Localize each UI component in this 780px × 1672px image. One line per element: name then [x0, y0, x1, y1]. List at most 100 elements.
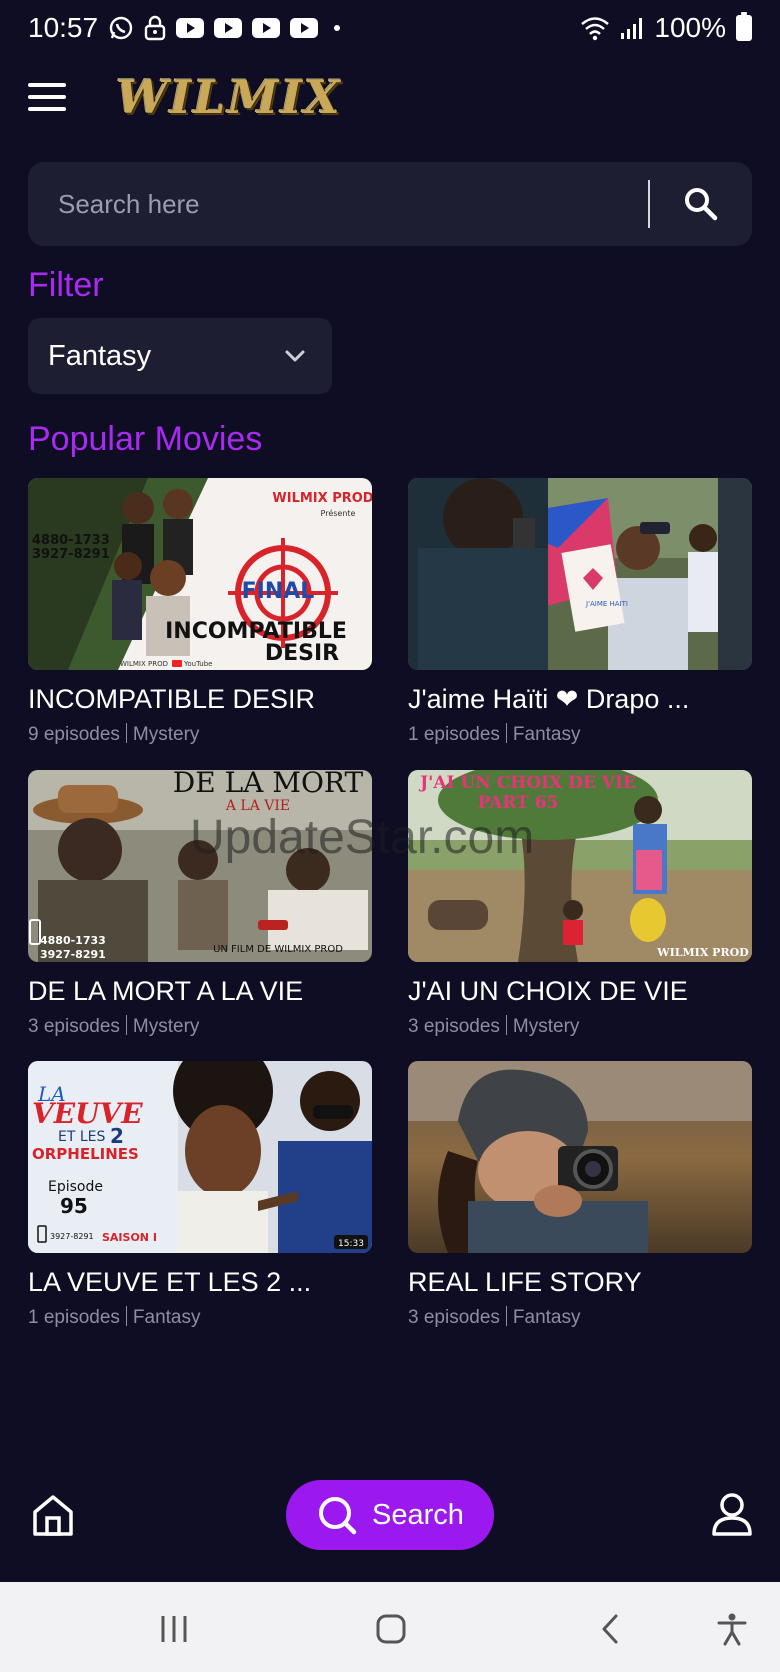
app-header: WILMIX — [28, 62, 752, 132]
movie-genre: Fantasy — [512, 724, 581, 745]
thumb-text: DE LA MORT — [173, 770, 364, 799]
search-icon — [319, 1497, 357, 1535]
thumb-text: WILMIX PROD — [120, 660, 168, 668]
movie-episodes: 1 episodes — [408, 724, 500, 745]
thumb-text: UN FILM DE WILMIX PROD — [213, 944, 343, 955]
search-input[interactable] — [28, 162, 648, 246]
thumb-text: DESIR — [265, 641, 339, 666]
system-navigation-bar — [0, 1582, 780, 1672]
youtube-icon — [176, 18, 205, 38]
movie-card[interactable]: J'AIME HAITI J'aime Haïti ❤ Drapo ... 1 … — [408, 478, 752, 746]
status-bar: 10:57 100% — [0, 0, 780, 56]
meta-separator — [125, 1306, 127, 1326]
thumb-text: J'AI UN CHOIX DE VIE — [418, 773, 636, 793]
youtube-icon — [252, 18, 281, 38]
thumb-text: 3927-8291 — [50, 1232, 94, 1241]
thumb-text: 3927-8291 — [40, 948, 106, 961]
search-button[interactable] — [650, 162, 752, 246]
thumb-text: ORPHELINES — [32, 1145, 139, 1163]
user-icon[interactable] — [710, 1492, 754, 1538]
back-icon[interactable] — [590, 1609, 630, 1649]
accessibility-icon[interactable] — [712, 1609, 752, 1649]
movie-meta: 3 episodes Fantasy — [408, 1306, 752, 1329]
movie-title[interactable]: REAL LIFE STORY — [408, 1267, 752, 1298]
movie-title[interactable]: J'AI UN CHOIX DE VIE — [408, 976, 752, 1007]
thumb-text: FINAL — [242, 579, 315, 604]
thumb-text: WILMIX PROD — [656, 946, 749, 959]
battery-icon — [736, 12, 752, 41]
movie-card[interactable]: LA VEUVE ET LES 2 ORPHELINES Episode 95 … — [28, 1061, 372, 1329]
search-nav-label: Search — [372, 1498, 464, 1531]
movie-genre: Fantasy — [132, 1307, 201, 1328]
movie-genre: Fantasy — [512, 1307, 581, 1328]
thumb-text: ET LES — [58, 1129, 105, 1145]
movie-meta: 9 episodes Mystery — [28, 723, 372, 746]
thumb-text: 3927-8291 — [32, 547, 110, 562]
meta-separator — [505, 723, 507, 743]
video-duration: 15:33 — [338, 1239, 364, 1249]
filter-selected-value: Fantasy — [48, 339, 152, 372]
meta-separator — [505, 1015, 507, 1035]
battery-percent: 100% — [654, 12, 726, 43]
meta-separator — [125, 723, 127, 743]
movie-meta: 3 episodes Mystery — [28, 1015, 372, 1038]
movie-thumbnail[interactable]: LA VEUVE ET LES 2 ORPHELINES Episode 95 … — [28, 1061, 372, 1253]
thumb-text: 4880-1733 — [40, 934, 106, 947]
status-right: 100% — [580, 12, 752, 44]
signal-icon — [620, 16, 644, 40]
home-button-icon[interactable] — [371, 1609, 411, 1649]
movie-card[interactable]: WILMIX PROD Présente 4880-1733 3927-8291… — [28, 478, 372, 746]
thumb-text: 95 — [60, 1194, 88, 1218]
youtube-icon — [290, 18, 319, 38]
movie-card[interactable]: REAL LIFE STORY 3 episodes Fantasy — [408, 1061, 752, 1329]
dot-icon — [334, 25, 341, 31]
genre-filter-dropdown[interactable]: Fantasy — [28, 318, 332, 394]
movie-episodes: 1 episodes — [28, 1307, 120, 1328]
thumb-text: VEUVE — [32, 1097, 143, 1130]
movie-meta: 1 episodes Fantasy — [408, 723, 752, 746]
movie-episodes: 3 episodes — [408, 1016, 500, 1037]
hamburger-menu-icon[interactable] — [28, 83, 66, 111]
movie-thumbnail[interactable] — [408, 1061, 752, 1253]
movie-episodes: 9 episodes — [28, 724, 120, 745]
movie-genre: Mystery — [512, 1016, 580, 1037]
chevron-down-icon — [285, 350, 305, 362]
watermark: UpdateStar.com — [190, 811, 535, 864]
wifi-icon — [580, 15, 610, 41]
movie-title[interactable]: DE LA MORT A LA VIE — [28, 976, 372, 1007]
meta-separator — [125, 1015, 127, 1035]
app-logo: WILMIX — [116, 70, 342, 124]
movie-thumbnail[interactable]: J'AIME HAITI — [408, 478, 752, 670]
search-icon — [685, 188, 718, 221]
thumb-text: WILMIX PROD — [272, 491, 372, 506]
whatsapp-icon — [108, 15, 134, 41]
recent-apps-icon[interactable] — [154, 1609, 194, 1649]
search-bar — [28, 162, 752, 246]
lock-icon — [144, 15, 166, 41]
movie-meta: 1 episodes Fantasy — [28, 1306, 372, 1329]
thumb-text: YouTube — [183, 660, 212, 668]
movie-genre: Mystery — [132, 724, 200, 745]
meta-separator — [505, 1306, 507, 1326]
movie-meta: 3 episodes Mystery — [408, 1015, 752, 1038]
search-nav-button[interactable]: Search — [286, 1480, 494, 1550]
thumb-text: 4880-1733 — [32, 533, 110, 548]
movie-title[interactable]: LA VEUVE ET LES 2 ... — [28, 1267, 372, 1298]
logo-text: WILMIX — [116, 70, 342, 124]
movie-thumbnail[interactable]: J'AI UN CHOIX DE VIE PART 65 WILMIX PROD — [408, 770, 752, 962]
movie-title[interactable]: J'aime Haïti ❤ Drapo ... — [408, 684, 752, 715]
thumb-text: Présente — [321, 508, 356, 518]
movie-thumbnail[interactable]: WILMIX PROD Présente 4880-1733 3927-8291… — [28, 478, 372, 670]
thumb-text: Episode — [48, 1179, 103, 1195]
movie-title[interactable]: INCOMPATIBLE DESIR — [28, 684, 372, 715]
youtube-icon — [214, 18, 243, 38]
popular-movies-title: Popular Movies — [28, 420, 263, 458]
thumb-text: J'AIME HAITI — [585, 600, 628, 608]
status-time: 10:57 — [28, 12, 99, 43]
thumb-text: SAISON I — [102, 1231, 157, 1244]
movie-episodes: 3 episodes — [408, 1307, 500, 1328]
filter-title: Filter — [28, 266, 104, 304]
movie-thumbnail[interactable]: DE LA MORT A LA VIE UN FILM DE WILMIX PR… — [28, 770, 372, 962]
movie-episodes: 3 episodes — [28, 1016, 120, 1037]
home-icon[interactable] — [30, 1492, 76, 1538]
